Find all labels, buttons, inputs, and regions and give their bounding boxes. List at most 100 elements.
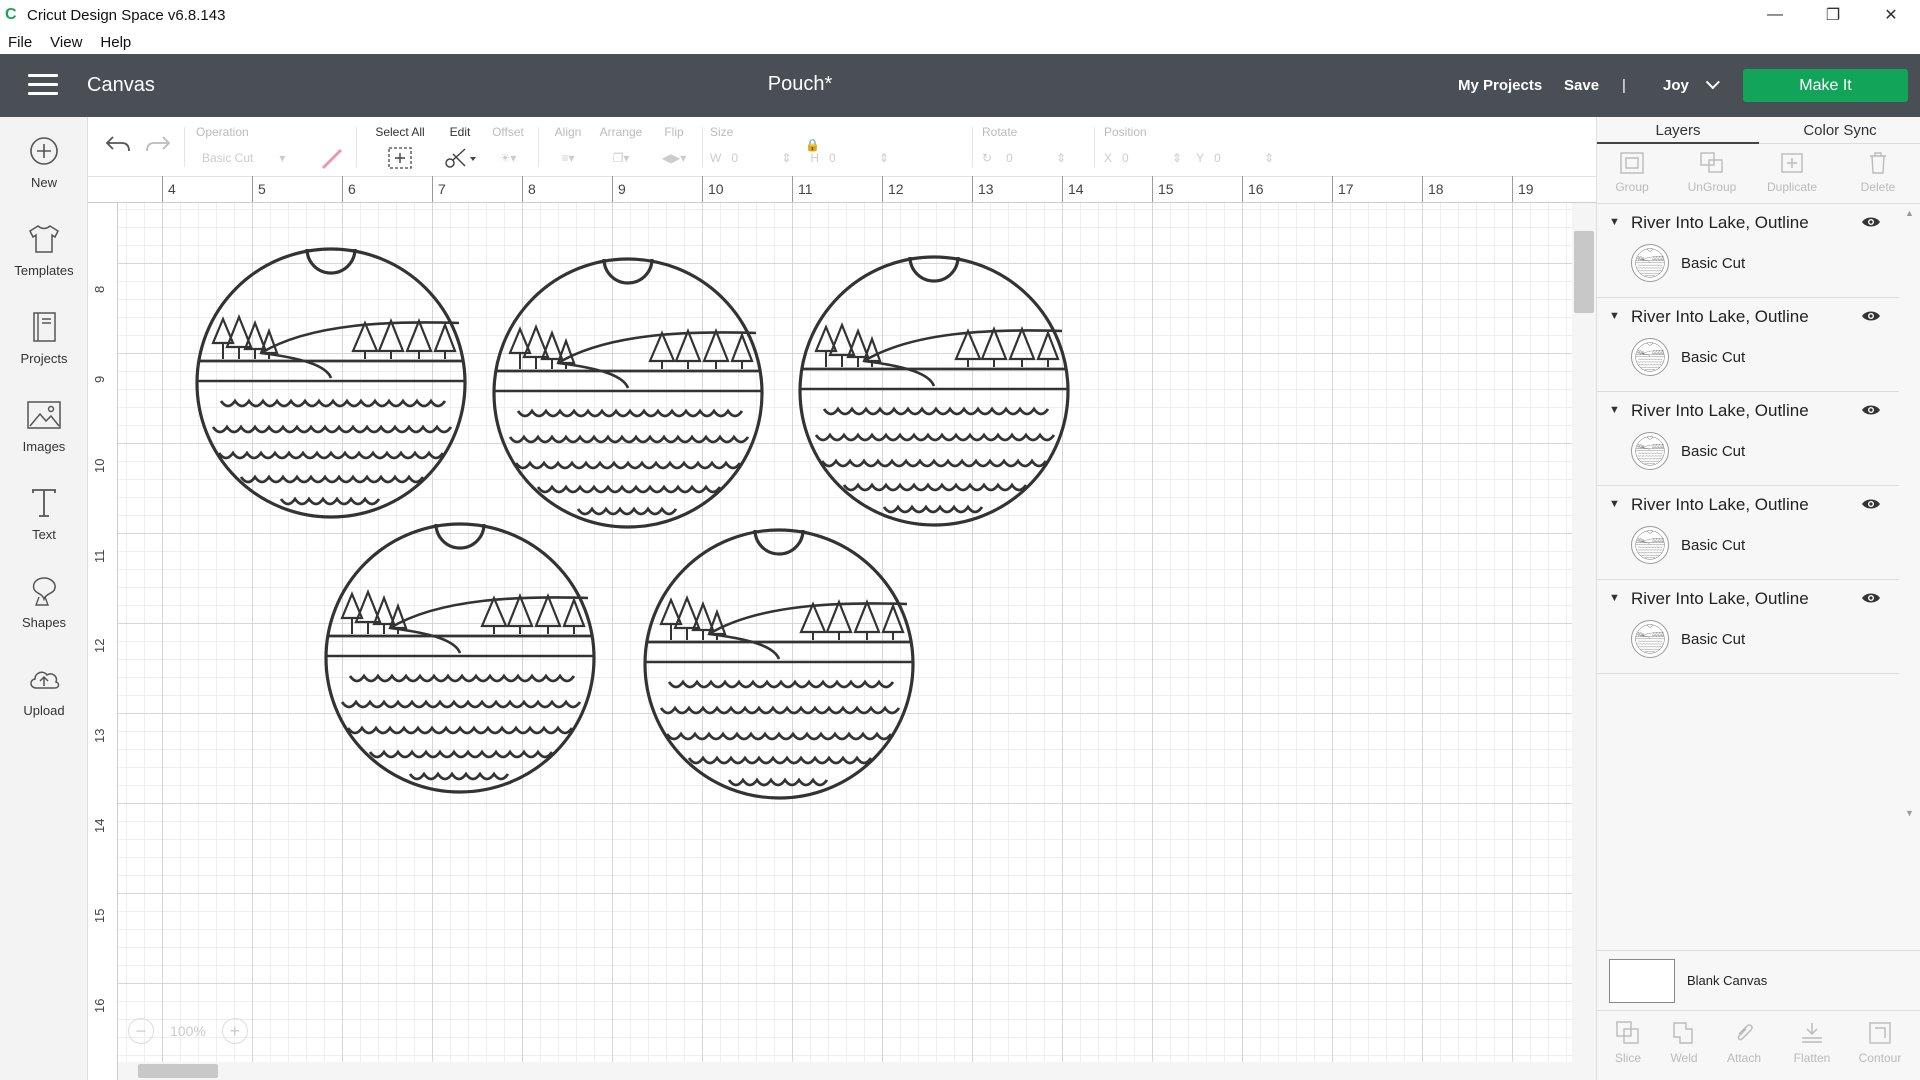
sidebar-item-shapes[interactable]: Shapes	[0, 571, 88, 630]
ruler-left-label: 14	[92, 818, 107, 833]
zoom-control: − 100% +	[128, 1018, 248, 1044]
menu-file[interactable]: File	[8, 34, 32, 51]
width-input[interactable]: 0	[731, 151, 771, 165]
close-icon[interactable]: ✕	[1862, 0, 1920, 30]
x-stepper-icon[interactable]: ⇕	[1172, 151, 1182, 165]
duplicate-button[interactable]: Duplicate	[1761, 150, 1823, 194]
scroll-thumb[interactable]	[1574, 231, 1594, 313]
attach-button[interactable]: Attach	[1713, 1019, 1775, 1065]
layers-scrollbar[interactable]: ▲ ▼	[1899, 204, 1920, 824]
select-all-group[interactable]: Select All	[370, 125, 430, 171]
collapse-caret-icon[interactable]: ▼	[1609, 498, 1620, 510]
layer-row[interactable]: ▼ River Into Lake, Outline Basic Cut	[1597, 486, 1899, 580]
ruler-tick	[522, 176, 523, 202]
canvas-vertical-scrollbar[interactable]	[1572, 203, 1596, 1080]
layer-thumbnail	[1631, 338, 1669, 376]
toolbar-divider	[356, 127, 357, 167]
scroll-thumb[interactable]	[138, 1064, 218, 1078]
lock-icon[interactable]: 🔒	[805, 138, 820, 152]
my-projects-link[interactable]: My Projects	[1458, 77, 1542, 94]
pen-color-icon[interactable]	[320, 147, 344, 176]
ruler-top-label: 19	[1518, 181, 1534, 197]
layer-name: River Into Lake, Outline	[1631, 213, 1809, 232]
collapse-caret-icon[interactable]: ▼	[1609, 310, 1620, 322]
operation-group: Operation Basic Cut ▾	[196, 125, 316, 171]
group-icon	[1601, 150, 1663, 176]
contour-button[interactable]: Contour	[1849, 1019, 1911, 1065]
collapse-caret-icon[interactable]: ▼	[1609, 216, 1620, 228]
ruler-tick	[162, 176, 163, 202]
rotate-input[interactable]: 0	[1006, 151, 1046, 165]
flatten-button[interactable]: Flatten	[1781, 1019, 1843, 1065]
redo-icon[interactable]	[144, 133, 172, 160]
canvas-swatch[interactable]	[1609, 959, 1675, 1003]
ruler-top-label: 18	[1428, 181, 1444, 197]
undo-icon[interactable]	[104, 133, 132, 160]
eye-icon[interactable]	[1861, 215, 1881, 234]
layer-row[interactable]: ▼ River Into Lake, Outline Basic Cut	[1597, 392, 1899, 486]
arrange-group[interactable]: Arrange ❐▾	[596, 125, 646, 171]
sidebar-item-images[interactable]: Images	[0, 395, 88, 454]
scroll-down-icon[interactable]: ▼	[1905, 808, 1914, 818]
zoom-in-button[interactable]: +	[221, 1018, 248, 1044]
document-title: Pouch*	[767, 73, 833, 95]
layer-name: River Into Lake, Outline	[1631, 307, 1809, 326]
eye-icon[interactable]	[1861, 591, 1881, 610]
slice-button[interactable]: Slice	[1597, 1019, 1659, 1065]
layer-row[interactable]: ▼ River Into Lake, Outline Basic Cut	[1597, 580, 1899, 674]
sidebar-item-templates[interactable]: Templates	[0, 219, 88, 278]
restore-icon[interactable]: ❐	[1804, 0, 1862, 30]
rotate-group: Rotate ↻ 0 ⇕	[982, 125, 1082, 171]
ungroup-button[interactable]: UnGroup	[1681, 150, 1743, 194]
width-stepper-icon[interactable]: ⇕	[781, 151, 791, 165]
sidebar-item-text[interactable]: Text	[0, 483, 88, 542]
flip-group[interactable]: Flip ◀▶▾	[654, 125, 694, 171]
sidebar-item-new[interactable]: New	[0, 131, 88, 190]
rotate-stepper-icon[interactable]: ⇕	[1056, 151, 1066, 165]
tab-layers[interactable]: Layers	[1597, 122, 1759, 144]
height-stepper-icon[interactable]: ⇕	[879, 151, 889, 165]
slice-label: Slice	[1614, 1051, 1641, 1065]
menu-view[interactable]: View	[50, 34, 82, 51]
canvas-grid[interactable]	[118, 203, 1572, 1080]
layer-row[interactable]: ▼ River Into Lake, Outline Basic Cut	[1597, 298, 1899, 392]
x-input[interactable]: 0	[1122, 151, 1162, 165]
minimize-icon[interactable]: —	[1746, 0, 1804, 30]
operation-dropdown[interactable]: Basic Cut ▾	[196, 145, 316, 171]
collapse-caret-icon[interactable]: ▼	[1609, 592, 1620, 604]
delete-button[interactable]: Delete	[1847, 150, 1909, 194]
eye-icon[interactable]	[1861, 309, 1881, 328]
save-button[interactable]: Save	[1564, 77, 1599, 94]
y-stepper-icon[interactable]: ⇕	[1264, 151, 1274, 165]
user-menu[interactable]: Joy	[1663, 75, 1720, 94]
y-input[interactable]: 0	[1214, 151, 1254, 165]
zoom-out-button[interactable]: −	[128, 1018, 154, 1044]
layer-row[interactable]: ▼ River Into Lake, Outline Basic Cut	[1597, 204, 1899, 298]
layer-thumbnail	[1631, 526, 1669, 564]
ruler-left-label: 9	[92, 375, 107, 383]
align-group[interactable]: Align ≡▾	[548, 125, 588, 171]
sidebar-item-projects[interactable]: Projects	[0, 307, 88, 366]
ruler-left-label: 12	[92, 638, 107, 653]
panel-bottom-tools: Slice Weld Attach Flatten Contour	[1597, 1010, 1920, 1080]
collapse-caret-icon[interactable]: ▼	[1609, 404, 1620, 416]
layer-name: River Into Lake, Outline	[1631, 401, 1809, 420]
sidebar-item-upload[interactable]: Upload	[0, 659, 88, 718]
edit-group[interactable]: Edit	[440, 125, 480, 171]
make-it-button[interactable]: Make It	[1743, 69, 1908, 102]
offset-group[interactable]: Offset ☀▾	[488, 125, 528, 171]
shirt-icon	[24, 219, 64, 259]
title-bar: C Cricut Design Space v6.8.143 — ❐ ✕	[0, 0, 1920, 30]
weld-button[interactable]: Weld	[1653, 1019, 1715, 1065]
tab-color-sync[interactable]: Color Sync	[1759, 122, 1920, 139]
group-button[interactable]: Group	[1601, 150, 1663, 194]
height-input[interactable]: 0	[829, 151, 869, 165]
ruler-tick	[702, 176, 703, 202]
ruler-top-label: 8	[528, 181, 536, 197]
eye-icon[interactable]	[1861, 403, 1881, 422]
menu-help[interactable]: Help	[100, 34, 131, 51]
blank-canvas-row[interactable]: Blank Canvas	[1597, 950, 1920, 1010]
scroll-up-icon[interactable]: ▲	[1905, 208, 1914, 218]
canvas-horizontal-scrollbar[interactable]	[118, 1062, 1572, 1080]
eye-icon[interactable]	[1861, 497, 1881, 516]
